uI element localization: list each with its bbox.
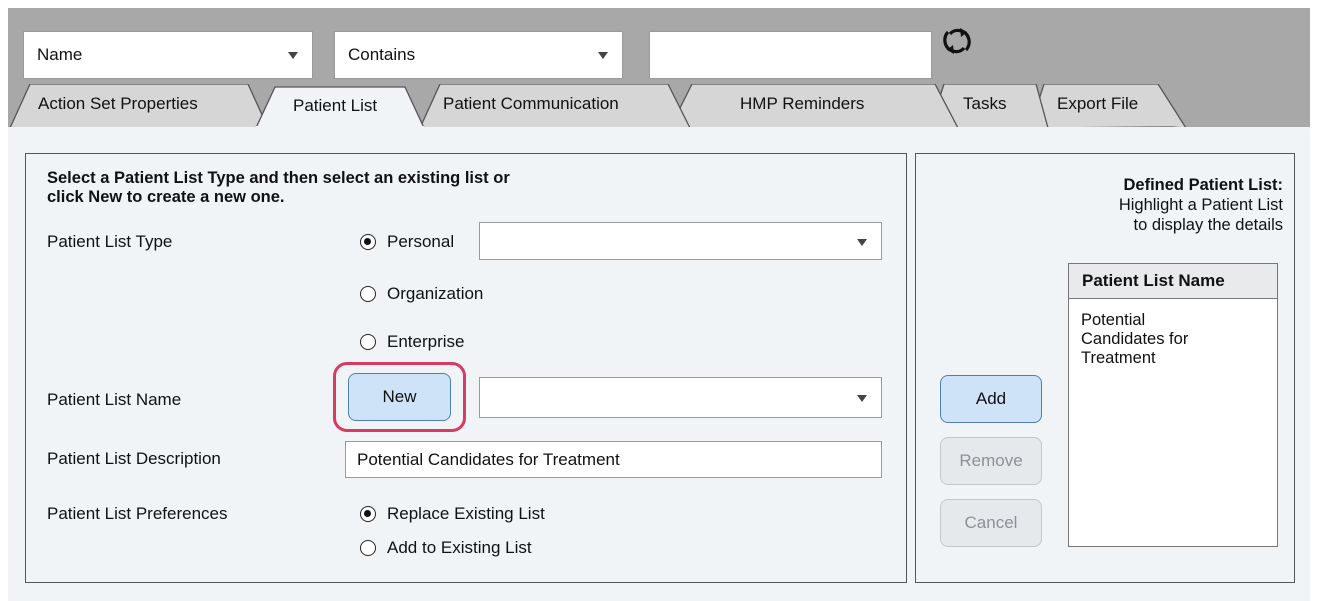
new-button[interactable]: New xyxy=(348,373,451,421)
radio-add-existing[interactable] xyxy=(360,540,376,556)
radio-enterprise[interactable] xyxy=(360,334,376,350)
add-button[interactable]: Add xyxy=(940,375,1042,423)
patient-list-name-label: Patient List Name xyxy=(47,390,182,409)
column-header: Patient List Name xyxy=(1069,264,1277,299)
list-item[interactable]: Potential Candidates for Treatment xyxy=(1069,299,1277,368)
tab-action-set-properties[interactable]: Action Set Properties xyxy=(38,94,198,114)
tab-export-file[interactable]: Export File xyxy=(1057,94,1138,114)
patient-list-type-label: Patient List Type xyxy=(47,232,173,251)
tab-content: Select a Patient List Type and then sele… xyxy=(8,127,1310,601)
defined-list-table: Patient List Name Potential Candidates f… xyxy=(1068,263,1278,547)
filter-search-input[interactable] xyxy=(649,31,932,79)
chevron-down-icon xyxy=(857,395,867,402)
radio-organization[interactable] xyxy=(360,286,376,302)
patient-list-name-dropdown[interactable] xyxy=(479,377,882,418)
patient-list-type-dropdown[interactable] xyxy=(479,222,882,260)
patient-list-description-label: Patient List Description xyxy=(47,449,221,468)
radio-organization-label: Organization xyxy=(387,284,484,303)
tab-tasks[interactable]: Tasks xyxy=(963,94,1006,114)
defined-list-heading: Defined Patient List: Highlight a Patien… xyxy=(1118,176,1283,234)
tab-hmp-reminders[interactable]: HMP Reminders xyxy=(740,94,864,114)
patient-list-description-input[interactable]: Potential Candidates for Treatment xyxy=(345,441,882,478)
cancel-button[interactable]: Cancel xyxy=(940,499,1042,547)
radio-add-existing-label: Add to Existing List xyxy=(387,538,532,557)
remove-button[interactable]: Remove xyxy=(940,437,1042,485)
tab-patient-list[interactable]: Patient List xyxy=(293,96,377,116)
radio-replace-existing[interactable] xyxy=(360,506,376,522)
chevron-down-icon xyxy=(288,52,298,59)
tab-patient-communication[interactable]: Patient Communication xyxy=(443,94,619,114)
radio-personal-label: Personal xyxy=(387,232,455,251)
filter-field-select[interactable]: Name xyxy=(23,31,313,79)
radio-enterprise-label: Enterprise xyxy=(387,332,465,351)
radio-personal[interactable] xyxy=(360,234,376,250)
refresh-icon[interactable] xyxy=(943,27,971,55)
filter-operator-value: Contains xyxy=(348,45,416,64)
chevron-down-icon xyxy=(857,239,867,246)
chevron-down-icon xyxy=(598,52,608,59)
instructions: Select a Patient List Type and then sele… xyxy=(47,169,510,206)
patient-list-preferences-label: Patient List Preferences xyxy=(47,504,228,523)
filter-field-value: Name xyxy=(37,45,83,64)
radio-replace-existing-label: Replace Existing List xyxy=(387,504,545,523)
filter-operator-select[interactable]: Contains xyxy=(334,31,623,79)
